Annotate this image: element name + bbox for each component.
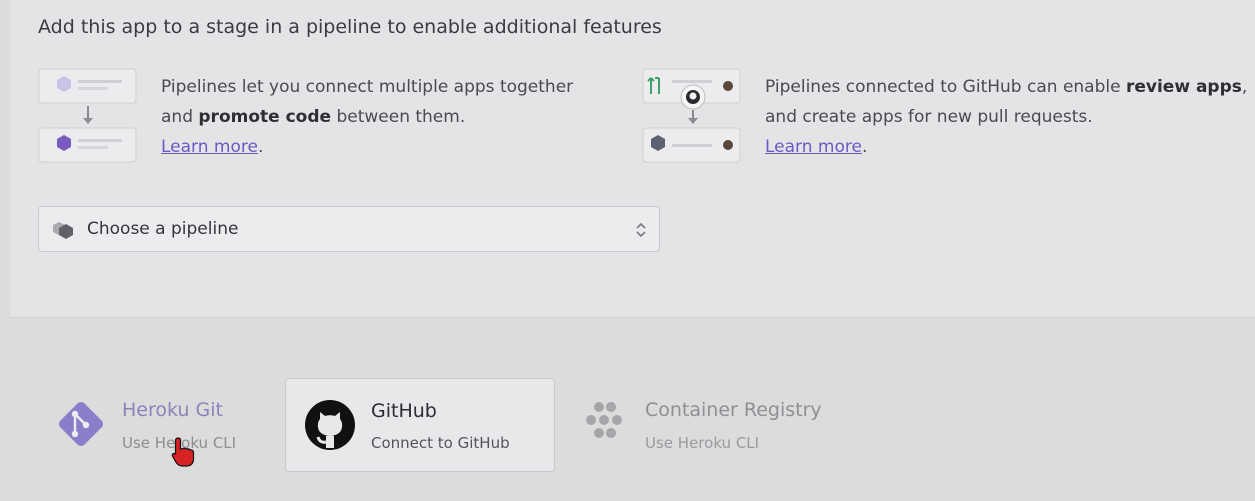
learn-more-link[interactable]: Learn more xyxy=(161,137,258,157)
method-title: Container Registry xyxy=(645,399,822,421)
link-suffix: . xyxy=(257,137,264,157)
feature-text-after: between them. xyxy=(331,107,466,127)
chevron-up-down-icon xyxy=(636,222,646,238)
pipeline-icon xyxy=(53,222,73,239)
feature-bold: review apps xyxy=(1125,77,1242,97)
learn-more-link[interactable]: Learn more xyxy=(765,137,862,157)
hand-cursor-icon xyxy=(171,437,195,467)
method-title: Heroku Git xyxy=(122,399,223,421)
select-label: Choose a pipeline xyxy=(87,219,239,239)
method-subtitle: Use Heroku CLI xyxy=(645,434,760,452)
heroku-git-icon xyxy=(59,402,103,446)
review-apps-illustration-icon xyxy=(642,68,741,163)
feature-text: Pipelines connected to GitHub can enable xyxy=(765,77,1126,97)
deploy-method-heroku-git[interactable]: Heroku Git Use Heroku CLI xyxy=(55,378,270,472)
method-title: GitHub xyxy=(371,400,437,422)
promote-illustration-icon xyxy=(38,68,137,163)
pipeline-heading: Add this app to a stage in a pipeline to… xyxy=(38,16,662,38)
pipeline-panel: Add this app to a stage in a pipeline to… xyxy=(10,0,1255,318)
method-subtitle: Connect to GitHub xyxy=(371,434,510,452)
choose-pipeline-select[interactable]: Choose a pipeline xyxy=(38,206,660,252)
github-icon xyxy=(305,400,355,450)
link-suffix: . xyxy=(861,137,868,157)
container-registry-icon xyxy=(586,402,622,438)
deploy-method-github[interactable]: GitHub Connect to GitHub xyxy=(285,378,555,472)
feature-bold: promote code xyxy=(198,107,332,127)
deploy-method-container-registry[interactable]: Container Registry Use Heroku CLI xyxy=(578,378,878,472)
